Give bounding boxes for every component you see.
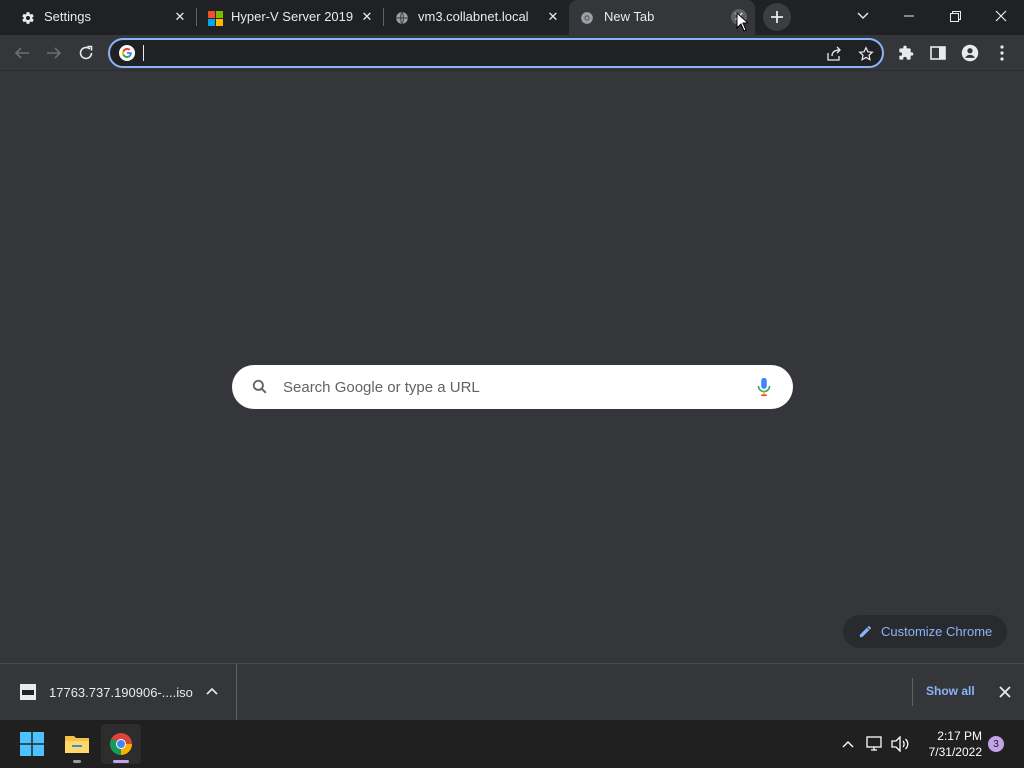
close-shelf-icon[interactable] [997,684,1013,700]
forward-button[interactable] [40,39,68,67]
shelf-divider [912,678,913,706]
tab-title: Hyper-V Server 2019 | M [231,9,354,24]
puzzle-icon [899,45,914,60]
search-input[interactable] [283,376,743,398]
show-all-link[interactable]: Show all [926,684,975,698]
address-input[interactable] [142,43,802,63]
chevron-up-icon[interactable] [204,684,220,700]
microsoft-logo-icon [207,10,223,26]
tab-settings[interactable]: Settings ✕ [0,0,196,34]
system-clock[interactable]: 2:17 PM 7/31/2022 [918,728,982,760]
profile-button[interactable] [956,39,984,67]
download-shelf: 17763.737.190906-....iso Show all [0,663,1024,720]
chevron-down-icon [857,12,869,19]
side-panel-icon [930,46,946,60]
clock-date: 7/31/2022 [928,745,982,759]
active-indicator [113,760,129,763]
download-item[interactable]: 17763.737.190906-....iso [0,664,237,720]
iso-file-icon [20,684,36,700]
close-tab-icon[interactable]: ✕ [172,9,188,25]
profile-icon [961,44,979,62]
close-tab-icon[interactable]: ✕ [545,9,561,25]
download-filename: 17763.737.190906-....iso [49,685,193,700]
google-g-icon [119,45,135,61]
tab-search-button[interactable] [840,0,886,32]
restore-icon [949,10,961,22]
tab-vm3[interactable]: vm3.collabnet.local ✕ [384,0,568,34]
network-icon[interactable] [865,734,885,754]
pencil-icon [859,626,871,638]
plus-icon [771,11,783,23]
clock-time: 2:17 PM [937,729,982,743]
notification-badge[interactable]: 3 [988,736,1004,752]
volume-icon[interactable] [890,734,910,754]
restore-button[interactable] [932,0,978,32]
globe-icon [394,10,410,26]
customize-chrome-button[interactable]: Customize Chrome [843,615,1007,648]
file-explorer-icon[interactable] [57,724,97,764]
arrow-right-icon [47,47,62,59]
arrow-left-icon [14,47,29,59]
kebab-menu-icon [1000,45,1004,61]
star-icon[interactable] [857,45,875,63]
new-tab-button[interactable] [763,3,791,31]
extensions-button[interactable] [892,39,920,67]
minimize-icon [904,15,914,17]
tab-strip: Settings ✕ Hyper-V Server 2019 | M ✕ vm3… [0,0,1024,35]
menu-button[interactable] [988,39,1016,67]
tab-title: New Tab [604,9,655,24]
chevron-up-tray-icon[interactable] [838,734,858,754]
close-icon [995,10,1007,22]
close-tab-icon[interactable]: ✕ [359,9,375,25]
ntp-search-box[interactable] [232,365,793,409]
toolbar [0,35,1024,71]
share-icon[interactable] [825,45,843,63]
taskbar: 2:17 PM 7/31/2022 3 [0,720,1024,768]
reload-icon [79,45,93,60]
side-panel-button[interactable] [924,39,952,67]
gear-icon [20,10,36,26]
customize-label: Customize Chrome [881,624,993,639]
tab-new-tab[interactable]: New Tab ✕ [569,0,755,35]
text-caret [143,45,144,61]
reload-button[interactable] [72,39,100,67]
chrome-icon [579,10,595,26]
close-window-button[interactable] [978,0,1024,32]
tab-title: vm3.collabnet.local [418,9,529,24]
mouse-cursor-icon [736,12,748,32]
windows-start-icon[interactable] [12,724,52,764]
search-icon [252,379,267,394]
back-button[interactable] [8,39,36,67]
tab-title: Settings [44,9,91,24]
chrome-taskbar-icon[interactable] [101,724,141,764]
address-bar[interactable] [108,38,884,68]
tab-hyper-v[interactable]: Hyper-V Server 2019 | M ✕ [197,0,383,34]
microphone-icon[interactable] [754,376,774,398]
minimize-button[interactable] [886,0,932,32]
running-indicator [73,760,81,763]
